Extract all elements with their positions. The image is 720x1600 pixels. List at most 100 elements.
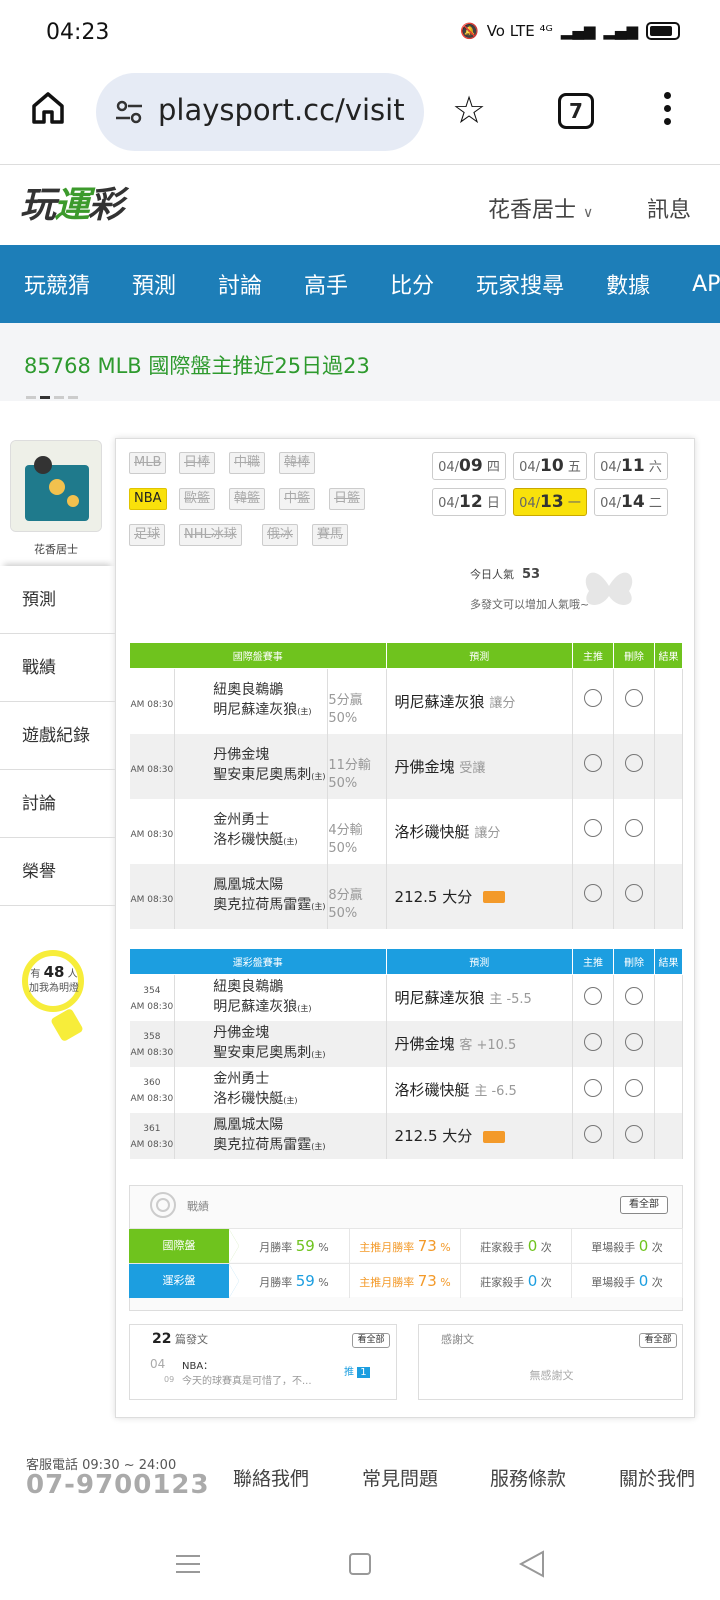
date-button[interactable]: 04/10 五 xyxy=(513,452,587,480)
date-button[interactable]: 04/09 四 xyxy=(432,452,506,480)
game-time: 358 AM 08:30 xyxy=(129,1020,176,1067)
month-win-rate: 月勝率 59 % xyxy=(239,1263,350,1298)
league-tag[interactable]: NHL冰球 xyxy=(179,524,242,546)
prediction-pick: 212.5 大分 xyxy=(386,1112,574,1159)
col-header: 預測 xyxy=(385,642,574,669)
tel-number[interactable]: 07-9700123 xyxy=(26,1470,210,1500)
sidebar-item-discuss[interactable]: 討論 xyxy=(0,770,115,838)
month-win-rate: 月勝率 59 % xyxy=(239,1228,350,1263)
lottery-table: 運彩盤賽事 預測 主推 刪除 結果 354 AM 08:30 紐奧良鵜鶘 明尼蘇達灰狼… xyxy=(129,948,684,1159)
league-tag[interactable]: MLB xyxy=(129,452,167,474)
more-menu-icon[interactable] xyxy=(664,92,674,131)
game-line: 11分輸 50% xyxy=(327,733,387,799)
home-icon[interactable] xyxy=(28,88,68,128)
radio-button[interactable] xyxy=(583,818,602,837)
radio-button[interactable] xyxy=(624,689,643,707)
league-tag[interactable]: 日籃 xyxy=(329,488,366,510)
nav-item-scores[interactable]: 比分 xyxy=(390,268,434,300)
message-link[interactable]: 訊息 xyxy=(647,192,691,224)
site-logo[interactable]: 玩運彩 xyxy=(20,176,124,228)
prediction-pick: 丹佛金塊 客 +10.5 xyxy=(386,1020,574,1067)
game-time: AM 08:30 xyxy=(129,668,176,734)
league-tag[interactable]: 歐籃 xyxy=(179,488,216,510)
bookmark-star-icon[interactable]: ☆ xyxy=(452,88,486,132)
radio-button[interactable] xyxy=(624,753,643,772)
league-tag[interactable]: 日棒 xyxy=(179,452,216,474)
banker-killer: 莊家殺手 0 次 xyxy=(461,1228,572,1263)
nav-item-predict[interactable]: 預測 xyxy=(132,268,176,300)
post-date: 04 09 xyxy=(150,1357,175,1384)
record-row: 運彩盤 月勝率 59 % 主推月勝率 73 % 莊家殺手 0 次單場殺手 0 次 xyxy=(129,1263,683,1298)
league-tag[interactable]: 俄冰 xyxy=(262,524,299,546)
col-header: 運彩盤賽事 xyxy=(129,948,387,975)
nav-item-discuss[interactable]: 討論 xyxy=(218,268,262,300)
game-teams: 鳳凰城太陽 奧克拉荷馬雷霆(主) xyxy=(174,1112,387,1159)
thanks-empty: 無感謝文 xyxy=(529,1369,574,1382)
radio-button[interactable] xyxy=(583,689,602,707)
league-tag[interactable]: 韓棒 xyxy=(279,452,316,474)
radio-button[interactable] xyxy=(624,883,643,902)
footer-link-about[interactable]: 關於我們 xyxy=(619,1464,695,1491)
radio-button[interactable] xyxy=(584,1078,602,1097)
post-count: 22 xyxy=(152,1331,172,1347)
record-label: 國際盤 xyxy=(129,1228,239,1263)
posts-see-all-button[interactable]: 看全部 xyxy=(352,1333,390,1348)
banker-killer: 莊家殺手 0 次 xyxy=(461,1263,572,1298)
league-tag-active[interactable]: NBA xyxy=(129,488,167,510)
main-nav: 玩競猜 預測 討論 高手 比分 玩家搜尋 數據 APP xyxy=(0,245,720,323)
url-text: playsport.cc/visit xyxy=(158,93,405,127)
sidebar-item-predict[interactable]: 預測 xyxy=(0,566,115,634)
game-time: AM 08:30 xyxy=(129,798,176,864)
record-row: 國際盤 月勝率 59 % 主推月勝率 73 % 莊家殺手 0 次單場殺手 0 次 xyxy=(129,1228,683,1263)
nav-item-guess[interactable]: 玩競猜 xyxy=(24,268,90,300)
avatar[interactable] xyxy=(10,440,102,532)
status-bar: 04:23 🔕 Vo LTE ⁴ᴳ ▂▄▆ ▂▄▆ xyxy=(0,0,720,70)
sidebar-item-game-log[interactable]: 遊戲紀錄 xyxy=(0,702,115,770)
nav-item-data[interactable]: 數據 xyxy=(606,268,650,300)
thanks-see-all-button[interactable]: 看全部 xyxy=(639,1333,677,1348)
carousel-dots xyxy=(26,396,78,399)
game-teams: 鳳凰城太陽 奧克拉荷馬雷霆(主) xyxy=(174,863,329,929)
date-button-active[interactable]: 04/13 一 xyxy=(513,488,587,516)
sidebar-item-honor[interactable]: 榮譽 xyxy=(0,838,115,906)
footer-link-terms[interactable]: 服務條款 xyxy=(490,1464,566,1491)
league-tag[interactable]: 足球 xyxy=(129,524,166,546)
profile-name: 花香居士 xyxy=(34,543,78,556)
footer-link-contact[interactable]: 聯絡我們 xyxy=(233,1464,309,1491)
popularity-hint: 多發文可以增加人氣哦~ xyxy=(470,598,590,611)
date-button[interactable]: 04/11 六 xyxy=(594,452,668,480)
headline-text[interactable]: 85768 MLB 國際盤主推近25日過23 xyxy=(24,350,370,380)
nav-item-app[interactable]: APP xyxy=(692,272,720,297)
site-settings-icon[interactable] xyxy=(114,97,144,127)
sidebar-item-record[interactable]: 戰績 xyxy=(0,634,115,702)
post-item[interactable]: NBA： 今天的球賽真是可惜了，不... xyxy=(182,1357,332,1387)
tab-switcher-button[interactable]: 7 xyxy=(558,93,594,129)
league-tag[interactable]: 韓籃 xyxy=(229,488,266,510)
table-row: 361 AM 08:30 鳳凰城太陽 奧克拉荷馬雷霆(主) 212.5 大分 xyxy=(129,1112,684,1159)
nav-item-player-search[interactable]: 玩家搜尋 xyxy=(476,268,564,300)
url-bar[interactable]: playsport.cc/visit xyxy=(96,73,424,151)
radio-button[interactable] xyxy=(624,987,643,1005)
radio-button[interactable] xyxy=(624,818,643,837)
user-menu[interactable]: 花香居士 ∨ xyxy=(488,192,593,224)
mute-icon: 🔕 xyxy=(460,22,479,40)
radio-button[interactable] xyxy=(584,1124,602,1143)
league-tag[interactable]: 中籃 xyxy=(279,488,316,510)
league-tag[interactable]: 賽馬 xyxy=(312,524,349,546)
battery-icon xyxy=(646,22,680,40)
follow-lightbulb[interactable]: 有 48 人 加我為明燈 xyxy=(14,965,94,996)
radio-button[interactable] xyxy=(584,987,602,1005)
radio-button[interactable] xyxy=(583,883,602,902)
table-row: 360 AM 08:30 金州勇士 洛杉磯快艇(主) 洛杉磯快艇 主 -6.5 xyxy=(129,1066,684,1113)
record-see-all-button[interactable]: 看全部 xyxy=(620,1196,668,1214)
footer-link-faq[interactable]: 常見問題 xyxy=(362,1464,438,1491)
radio-button[interactable] xyxy=(624,1078,643,1097)
date-button[interactable]: 04/14 二 xyxy=(594,488,668,516)
radio-button[interactable] xyxy=(583,753,602,772)
radio-button[interactable] xyxy=(624,1124,643,1143)
nav-item-experts[interactable]: 高手 xyxy=(304,268,348,300)
radio-button[interactable] xyxy=(584,1032,602,1051)
date-button[interactable]: 04/12 日 xyxy=(432,488,506,516)
radio-button[interactable] xyxy=(624,1032,643,1051)
league-tag[interactable]: 中職 xyxy=(229,452,266,474)
